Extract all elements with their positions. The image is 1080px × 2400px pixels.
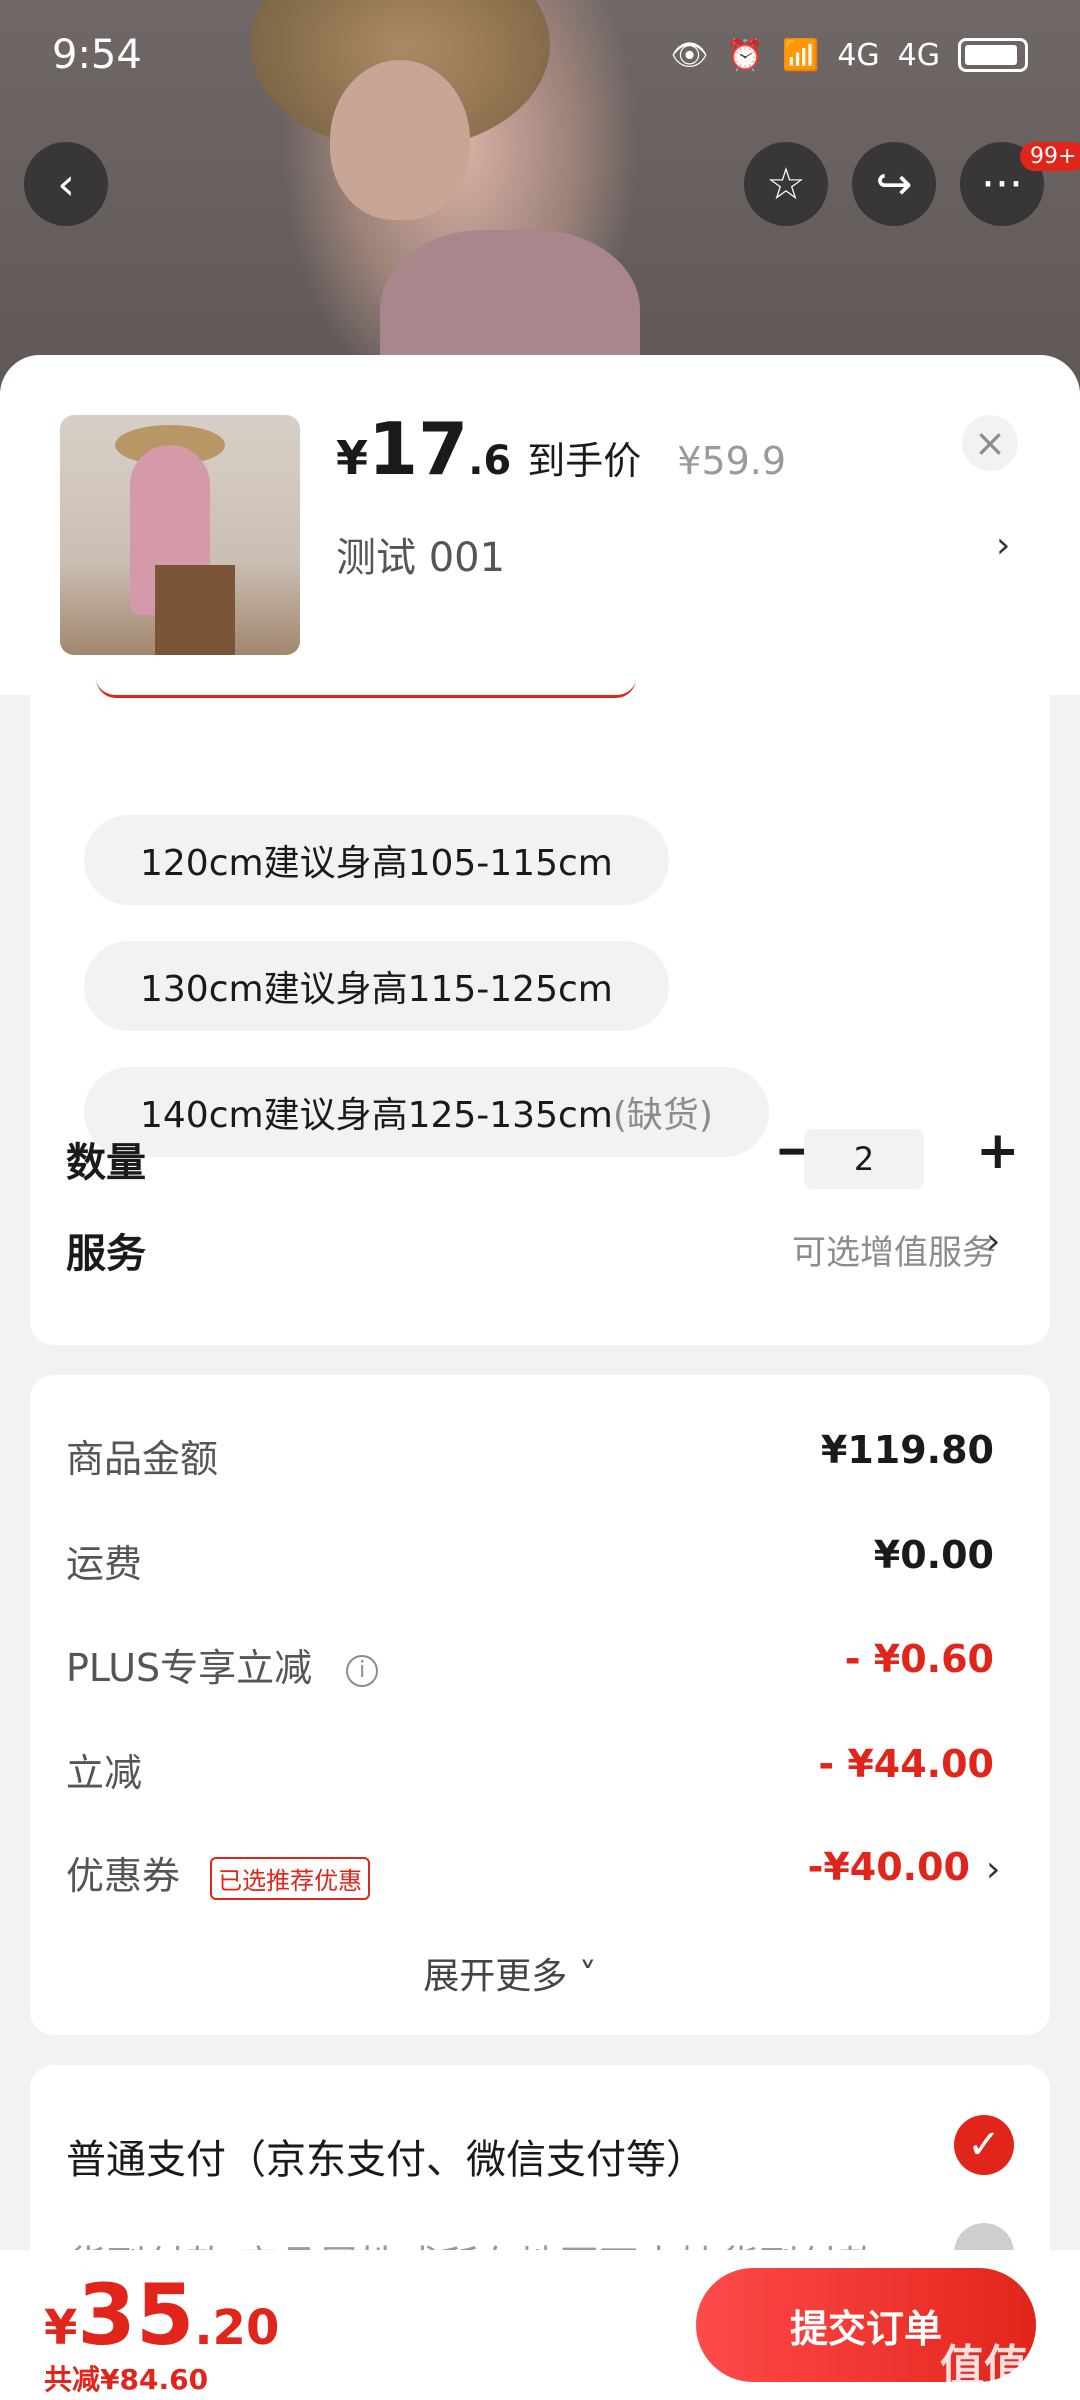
plus-discount-value: - ¥0.60 [844, 1637, 994, 1681]
expand-more-label: 展开更多 [423, 1956, 568, 1997]
notification-badge: 99+ [1020, 142, 1080, 171]
instant-discount-label: 立减 [66, 1751, 143, 1795]
network-4g-label-2: 4G [897, 37, 940, 73]
goods-amount-label: 商品金额 [66, 1437, 219, 1481]
checkmark-icon: ✓ [967, 2122, 1001, 2168]
coupon-row[interactable]: 优惠券 已选推荐优惠 [66, 1845, 371, 1900]
original-price: ¥59.9 [677, 439, 787, 483]
normal-payment-radio-checked[interactable]: ✓ [954, 2115, 1014, 2175]
chevron-right-icon[interactable]: › [996, 525, 1010, 566]
chevron-right-icon[interactable]: › [986, 1849, 1000, 1890]
selected-variant[interactable]: 测试 001 [336, 525, 505, 583]
total-symbol: ¥ [44, 2300, 78, 2356]
plus-discount-label: PLUS专享立减 [66, 1646, 313, 1690]
order-total: ¥ 35 .20 [44, 2266, 279, 2364]
normal-payment-label[interactable]: 普通支付（京东支付、微信支付等） [66, 2127, 706, 2185]
selected-option-edge [96, 678, 636, 698]
favorite-button[interactable]: ☆ [744, 142, 828, 226]
share-icon: ↪ [875, 158, 913, 210]
chevron-down-icon: ˅ [578, 1956, 597, 1997]
share-button[interactable]: ↪ [852, 142, 936, 226]
total-integer: 35 [77, 2266, 195, 2364]
out-of-stock-note: (缺货) [612, 1095, 713, 1136]
final-price: ¥ 17 .6 到手价 ¥59.9 [336, 407, 786, 491]
chevron-left-icon: ‹ [57, 158, 75, 210]
coupon-tag: 已选推荐优惠 [210, 1857, 371, 1900]
instant-discount-value: - ¥44.00 [818, 1742, 994, 1786]
service-label: 服务 [66, 1231, 146, 1277]
plus-discount-row: PLUS专享立减 i [66, 1637, 379, 1692]
size-option-label: 140cm建议身高125-135cm [140, 1095, 613, 1136]
total-decimal: .20 [194, 2300, 280, 2356]
star-icon: ☆ [766, 158, 806, 210]
size-option-label: 120cm建议身高105-115cm [140, 843, 613, 884]
order-sheet: ¥ 17 .6 到手价 ¥59.9 测试 001 › × 120cm建议身高10… [0, 355, 1080, 2400]
info-icon[interactable]: i [346, 1654, 379, 1687]
price-integer: 17 [368, 407, 469, 491]
eye-icon: 👁 [670, 37, 709, 73]
coupon-label: 优惠券 [66, 1854, 181, 1898]
service-hint[interactable]: 可选增值服务 [792, 1225, 996, 1274]
alarm-icon: ⏰ [726, 37, 764, 73]
price-decimal: .6 [468, 438, 512, 484]
product-thumbnail[interactable] [60, 415, 300, 655]
battery-icon [958, 38, 1028, 72]
total-saved: 共减¥84.60 [44, 2363, 209, 2396]
size-option-140[interactable]: 140cm建议身高125-135cm (缺货) [84, 1067, 769, 1157]
status-icons: 👁 ⏰ 📶 4G 4G [670, 37, 1028, 73]
status-bar: 9:54 👁 ⏰ 📶 4G 4G [0, 0, 1080, 110]
quantity-increase-button[interactable]: + [976, 1121, 1020, 1181]
watermark-url: zhizhizhi.com [940, 2378, 1049, 2397]
coupon-value[interactable]: -¥40.00 [808, 1845, 970, 1889]
thumbnail-stool [155, 565, 235, 655]
shipping-value: ¥0.00 [873, 1533, 994, 1577]
wifi-icon: 📶 [781, 37, 820, 73]
goods-amount-value: ¥119.80 [820, 1428, 994, 1472]
size-option-130[interactable]: 130cm建议身高115-125cm [84, 941, 669, 1031]
size-option-120[interactable]: 120cm建议身高105-115cm [84, 815, 669, 905]
price-symbol: ¥ [336, 431, 369, 485]
network-4g-label-1: 4G [837, 37, 880, 73]
sheet-header: ¥ 17 .6 到手价 ¥59.9 测试 001 › × [0, 355, 1080, 695]
chevron-right-icon[interactable]: › [986, 1221, 1000, 1262]
back-button[interactable]: ‹ [24, 142, 108, 226]
price-tag: 到手价 [527, 439, 642, 483]
more-dots-icon: ··· [981, 158, 1023, 210]
shipping-label: 运费 [66, 1542, 143, 1586]
quantity-label: 数量 [66, 1140, 146, 1186]
close-button[interactable]: × [962, 415, 1018, 471]
size-option-label: 130cm建议身高115-125cm [140, 969, 613, 1010]
status-time: 9:54 [52, 32, 142, 78]
close-icon: × [974, 421, 1006, 465]
expand-more-button[interactable]: 展开更多 ˅ [0, 1947, 1020, 1999]
quantity-input[interactable]: 2 [804, 1129, 924, 1189]
